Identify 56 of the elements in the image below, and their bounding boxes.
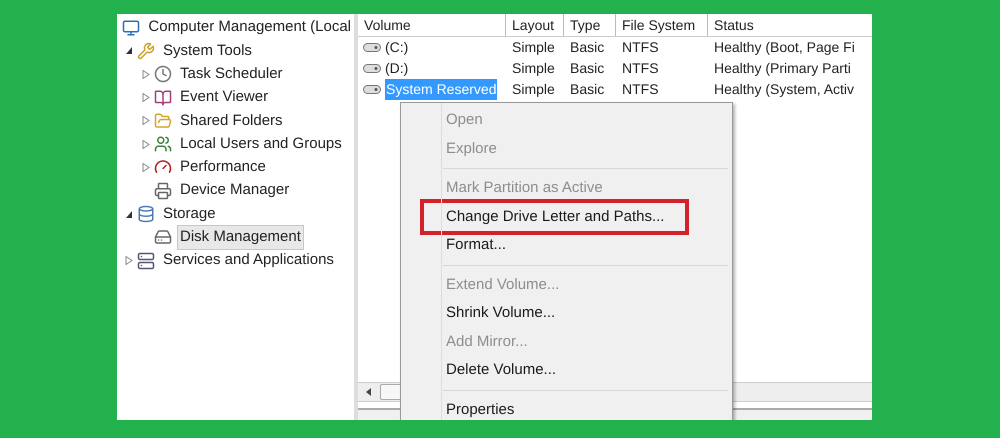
table-cell[interactable]: (C:) bbox=[385, 37, 408, 58]
tree-item[interactable]: Local Users and Groups bbox=[177, 132, 345, 156]
table-cell-text: Healthy (Primary Parti bbox=[714, 59, 851, 78]
server-icon bbox=[137, 252, 155, 270]
drive-icon bbox=[154, 228, 172, 246]
menu-item[interactable]: Change Drive Letter and Paths... bbox=[420, 198, 689, 235]
expand-arrow-icon[interactable] bbox=[142, 162, 150, 172]
tree-item[interactable]: Disk Management bbox=[177, 225, 304, 250]
table-cell-text: Basic bbox=[570, 38, 604, 57]
monitor-icon bbox=[122, 18, 140, 37]
tree-item[interactable]: Computer Management (Local bbox=[145, 15, 354, 40]
table-cell-text: Healthy (System, Activ bbox=[714, 80, 854, 99]
drive-icon bbox=[363, 85, 381, 94]
printer-icon bbox=[154, 182, 172, 200]
table-cell-text: Simple bbox=[512, 59, 555, 78]
menu-item[interactable]: Shrink Volume... bbox=[401, 299, 732, 328]
table-cell-text: Healthy (Boot, Page Fi bbox=[714, 38, 855, 57]
column-header[interactable]: Volume bbox=[358, 14, 506, 36]
expand-arrow-icon[interactable] bbox=[125, 256, 133, 266]
table-cell-text: NTFS bbox=[622, 38, 659, 57]
folder-icon bbox=[154, 112, 172, 130]
users-icon bbox=[154, 135, 172, 154]
tree-item[interactable]: Event Viewer bbox=[177, 85, 272, 110]
column-header[interactable]: Layout bbox=[506, 14, 564, 36]
collapse-arrow-icon[interactable] bbox=[125, 210, 133, 219]
wrench-icon bbox=[137, 42, 155, 60]
expand-arrow-icon[interactable] bbox=[142, 93, 150, 102]
column-header[interactable]: Status bbox=[708, 14, 872, 36]
expand-arrow-icon[interactable] bbox=[142, 140, 150, 149]
column-header[interactable]: Type bbox=[564, 14, 616, 36]
tree-item[interactable]: System Tools bbox=[160, 38, 255, 64]
database-icon bbox=[137, 205, 155, 224]
tree-item[interactable]: Shared Folders bbox=[177, 108, 286, 134]
expand-arrow-icon[interactable] bbox=[142, 70, 150, 79]
tree-item[interactable]: Task Scheduler bbox=[177, 62, 286, 86]
table-cell-text: NTFS bbox=[622, 80, 659, 99]
scroll-left-icon[interactable] bbox=[364, 387, 374, 397]
tree-item[interactable]: Services and Applications bbox=[160, 248, 337, 273]
tree-item[interactable]: Performance bbox=[177, 155, 269, 180]
table-cell-text: Simple bbox=[512, 80, 555, 99]
drive-icon bbox=[363, 64, 381, 73]
tree-item[interactable]: Storage bbox=[160, 202, 219, 226]
tree-item[interactable]: Device Manager bbox=[177, 178, 292, 203]
table-cell-text: Basic bbox=[570, 59, 604, 78]
book-icon bbox=[154, 88, 172, 107]
table-cell-text: Basic bbox=[570, 80, 604, 99]
drive-icon bbox=[363, 43, 381, 52]
expand-arrow-icon[interactable] bbox=[142, 116, 150, 126]
collapse-arrow-icon[interactable] bbox=[125, 46, 133, 56]
clock-icon bbox=[154, 65, 172, 84]
table-cell-text: NTFS bbox=[622, 59, 659, 78]
table-cell-text: Simple bbox=[512, 38, 555, 57]
table-cell[interactable]: (D:) bbox=[385, 58, 408, 79]
menu-item[interactable]: Delete Volume... bbox=[401, 356, 732, 384]
column-header[interactable]: File System bbox=[616, 14, 708, 36]
menu-item[interactable]: Properties bbox=[401, 396, 732, 420]
